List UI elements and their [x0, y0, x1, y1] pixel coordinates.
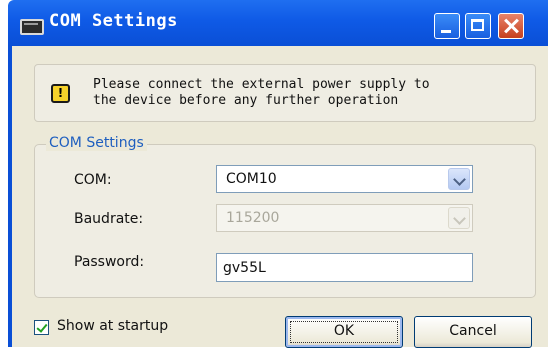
- password-field[interactable]: gv55L: [216, 253, 473, 282]
- chevron-down-icon: [448, 207, 470, 229]
- com-settings-dialog: COM Settings ! Please connect the extern…: [0, 0, 548, 348]
- warning-message: Please connect the external power supply…: [93, 77, 430, 108]
- com-select[interactable]: COM10: [216, 165, 473, 193]
- warning-icon: !: [51, 84, 70, 103]
- baudrate-select-value: 115200: [226, 210, 280, 226]
- window-border: [8, 46, 12, 347]
- app-window-icon: [20, 19, 44, 35]
- close-icon[interactable]: [498, 13, 524, 39]
- cancel-button[interactable]: Cancel: [414, 316, 532, 348]
- chevron-down-icon[interactable]: [448, 168, 470, 190]
- ok-button[interactable]: OK: [285, 316, 403, 348]
- warning-panel: ! Please connect the external power supp…: [34, 64, 536, 122]
- minimize-icon[interactable]: [434, 13, 460, 39]
- show-at-startup-label[interactable]: Show at startup: [57, 318, 168, 334]
- show-at-startup-checkbox[interactable]: [34, 320, 49, 335]
- password-label: Password:: [74, 254, 145, 270]
- password-value: gv55L: [223, 260, 266, 276]
- com-settings-legend: COM Settings: [46, 135, 147, 151]
- baudrate-select: 115200: [216, 204, 473, 232]
- window-title: COM Settings: [49, 11, 178, 31]
- com-select-value: COM10: [226, 171, 277, 187]
- com-label: COM:: [74, 172, 112, 188]
- maximize-icon[interactable]: [465, 13, 491, 39]
- baudrate-label: Baudrate:: [74, 211, 144, 227]
- title-bar[interactable]: COM Settings: [8, 0, 548, 46]
